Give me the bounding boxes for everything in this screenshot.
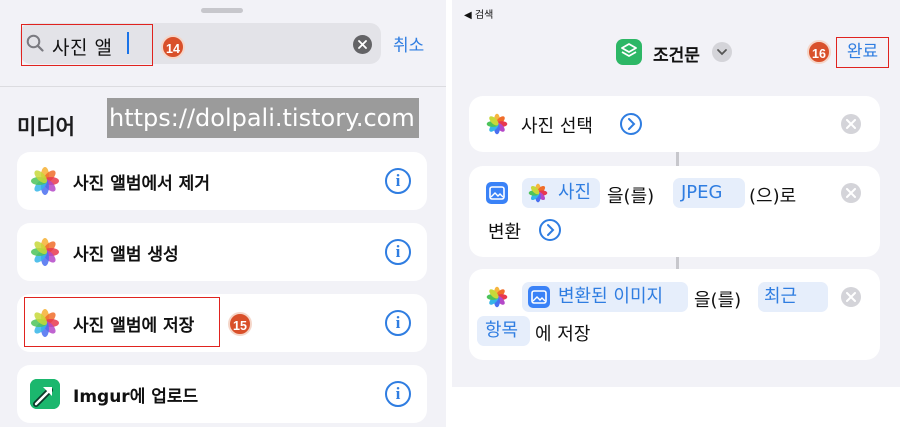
action-search-panel: 사진 앨 14 취소 미디어 https://dolpali.tistory.c… xyxy=(0,0,446,427)
chevron-down-icon[interactable] xyxy=(712,42,732,62)
action-row-remove-from-album[interactable]: 사진 앨범에서 제거 i xyxy=(17,152,427,210)
action-row-create-album[interactable]: 사진 앨범 생성 i xyxy=(17,223,427,281)
remove-action-icon[interactable] xyxy=(841,183,861,203)
input-token-photo[interactable]: 사진 xyxy=(522,178,600,208)
input-token-converted-image[interactable]: 변환된 이미지 xyxy=(522,282,688,312)
particle-text: 을(를) xyxy=(694,290,742,311)
shortcut-editor-panel: ◀ 검색 조건문 16 완료 사진 선택 사진 을(를) JPEG (으)로 변… xyxy=(452,0,900,427)
info-icon[interactable]: i xyxy=(385,310,411,336)
action-card-select-photo[interactable]: 사진 선택 xyxy=(469,96,880,152)
photos-icon xyxy=(31,238,59,266)
action-label: Imgur에 업로드 xyxy=(73,387,199,407)
verb-text: 변환 xyxy=(488,222,522,243)
remove-action-icon[interactable] xyxy=(841,114,861,134)
album-token-recents[interactable]: 최근 xyxy=(758,282,828,312)
shortcut-title: 조건문 xyxy=(653,46,700,66)
action-label: 사진 앨범 생성 xyxy=(73,245,179,265)
photos-icon xyxy=(31,167,59,195)
info-icon[interactable]: i xyxy=(385,168,411,194)
format-token-jpeg[interactable]: JPEG xyxy=(673,178,745,208)
done-button[interactable]: 완료 xyxy=(836,37,889,68)
photos-icon xyxy=(486,286,508,308)
action-connector xyxy=(676,257,679,269)
particle-text: 을(를) xyxy=(607,186,655,207)
imgur-icon xyxy=(30,379,60,409)
image-icon xyxy=(486,182,508,204)
watermark-text: https://dolpali.tistory.com xyxy=(107,98,419,138)
cancel-button[interactable]: 취소 xyxy=(393,31,424,56)
chevron-right-icon[interactable] xyxy=(539,219,561,241)
section-title: 미디어 xyxy=(17,115,75,139)
annotation-box-save-to-album xyxy=(24,297,220,347)
back-link[interactable]: ◀ 검색 xyxy=(464,6,493,21)
clear-search-icon[interactable] xyxy=(353,35,372,54)
album-token-recents-line2[interactable]: 항목 xyxy=(477,316,530,346)
sheet-grabber[interactable] xyxy=(201,8,243,13)
annotation-box-search xyxy=(21,24,153,66)
suffix-text: 에 저장 xyxy=(535,324,591,345)
action-card-convert-image[interactable]: 사진 을(를) JPEG (으)로 변환 xyxy=(469,166,880,257)
remove-action-icon[interactable] xyxy=(841,287,861,307)
info-icon[interactable]: i xyxy=(385,381,411,407)
image-icon xyxy=(528,286,550,308)
token-label: 변환된 이미지 xyxy=(558,286,664,307)
particle-text: (으)로 xyxy=(749,186,797,207)
photos-icon xyxy=(486,113,508,135)
photos-icon xyxy=(528,183,548,203)
action-title: 사진 선택 xyxy=(521,116,593,137)
action-card-save-to-album[interactable]: 변환된 이미지 을(를) 최근 항목 에 저장 xyxy=(469,269,880,360)
step-badge-15: 15 xyxy=(228,312,252,336)
step-badge-16: 16 xyxy=(807,40,831,64)
header-divider xyxy=(0,86,446,87)
action-connector xyxy=(676,152,679,166)
chevron-right-icon[interactable] xyxy=(620,113,642,135)
action-label: 사진 앨범에서 제거 xyxy=(73,174,210,194)
step-badge-14: 14 xyxy=(161,35,185,59)
info-icon[interactable]: i xyxy=(385,239,411,265)
shortcut-app-icon xyxy=(616,39,642,65)
token-label: 사진 xyxy=(558,182,592,203)
action-row-imgur-upload[interactable]: Imgur에 업로드 i xyxy=(17,365,427,423)
